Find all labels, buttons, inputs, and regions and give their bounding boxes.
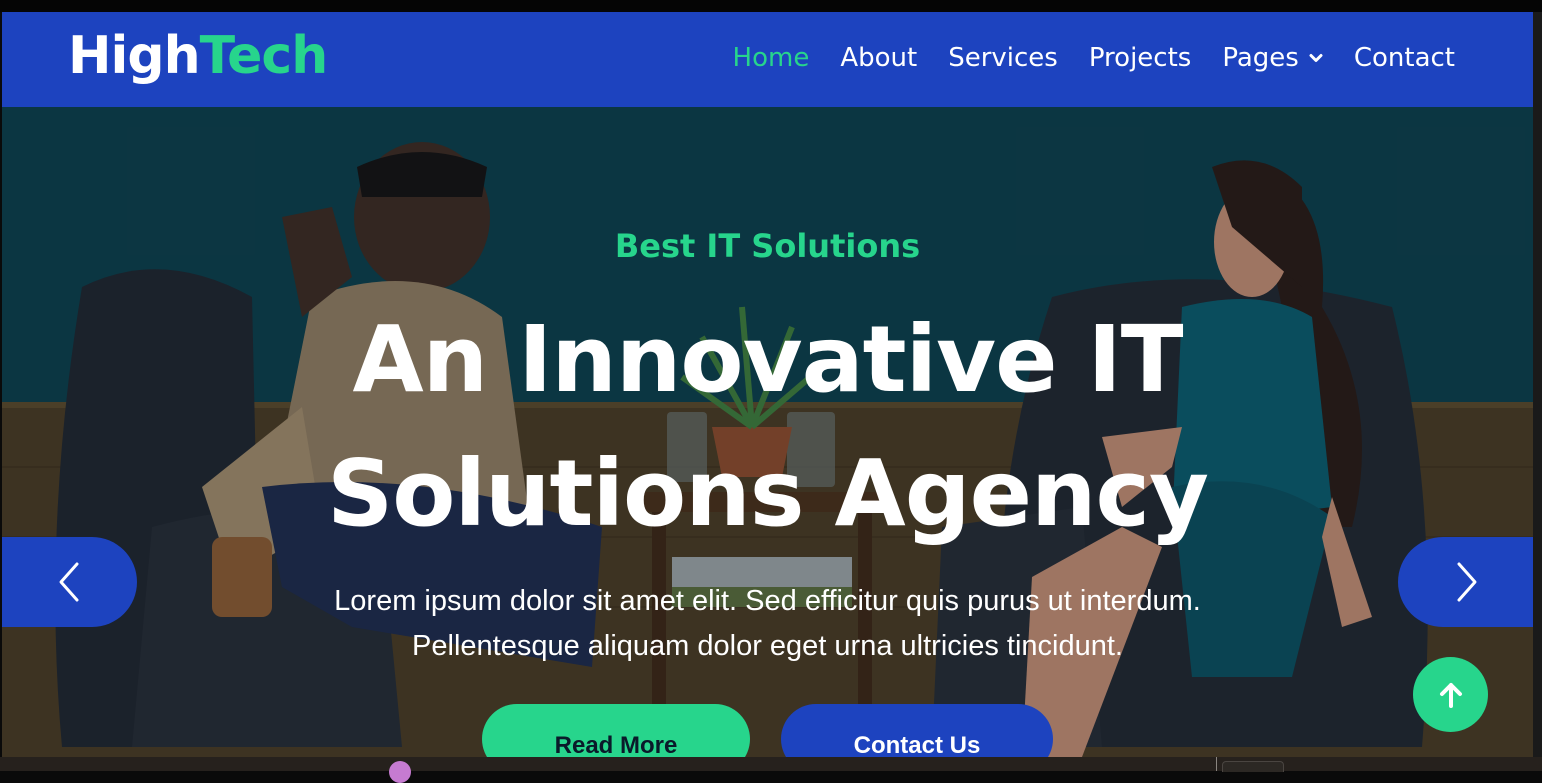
navbar: HighTech Home About Services Projects Pa… (2, 12, 1533, 107)
nav-item-pages-label: Pages (1222, 43, 1299, 73)
brand-logo-part-1: High (68, 26, 201, 86)
nav-item-contact[interactable]: Contact (1354, 40, 1455, 76)
hero-lead-line-2: Pellentesque aliquam dolor eget urna ult… (412, 630, 1123, 662)
nav-item-about[interactable]: About (840, 40, 917, 76)
chevron-right-icon (1457, 562, 1476, 602)
nav-item-pages[interactable]: Pages (1222, 40, 1323, 76)
hero-lead-text: Lorem ipsum dolor sit amet elit. Sed eff… (2, 579, 1533, 669)
taskbar-tab[interactable] (1222, 761, 1284, 772)
chevron-left-icon (59, 562, 78, 602)
hero-carousel: Best IT Solutions An Innovative IT Solut… (2, 107, 1533, 757)
back-to-top-button[interactable] (1413, 657, 1488, 732)
nav-item-projects[interactable]: Projects (1089, 40, 1192, 76)
nav-item-home[interactable]: Home (733, 40, 810, 76)
window-right-edge (1533, 12, 1542, 771)
chevron-down-icon (1309, 54, 1323, 62)
browser-top-strip (0, 0, 1542, 12)
brand-logo-part-2: Tech (199, 26, 329, 86)
hero-subtitle: Best IT Solutions (614, 227, 921, 265)
contact-us-button[interactable]: Contact Us (781, 704, 1053, 757)
read-more-button[interactable]: Read More (482, 704, 750, 757)
hero-lead-line-1: Lorem ipsum dolor sit amet elit. Sed eff… (334, 585, 1201, 617)
hero-headline-line-2: Solutions Agency (327, 440, 1209, 547)
main-nav: Home About Services Projects Pages Conta… (702, 40, 1455, 76)
nav-item-services[interactable]: Services (948, 40, 1058, 76)
arrow-up-icon (1439, 682, 1462, 708)
carousel-next-button[interactable] (1398, 537, 1533, 627)
taskbar-divider (1216, 757, 1217, 771)
brand-logo[interactable]: HighTech (68, 26, 329, 86)
taskbar-app-icon[interactable] (389, 761, 411, 783)
hero-headline-line-1: An Innovative IT (352, 306, 1183, 413)
hero-headline: An Innovative IT Solutions Agency (2, 293, 1533, 561)
carousel-prev-button[interactable] (2, 537, 137, 627)
taskbar-strip (0, 757, 1542, 783)
